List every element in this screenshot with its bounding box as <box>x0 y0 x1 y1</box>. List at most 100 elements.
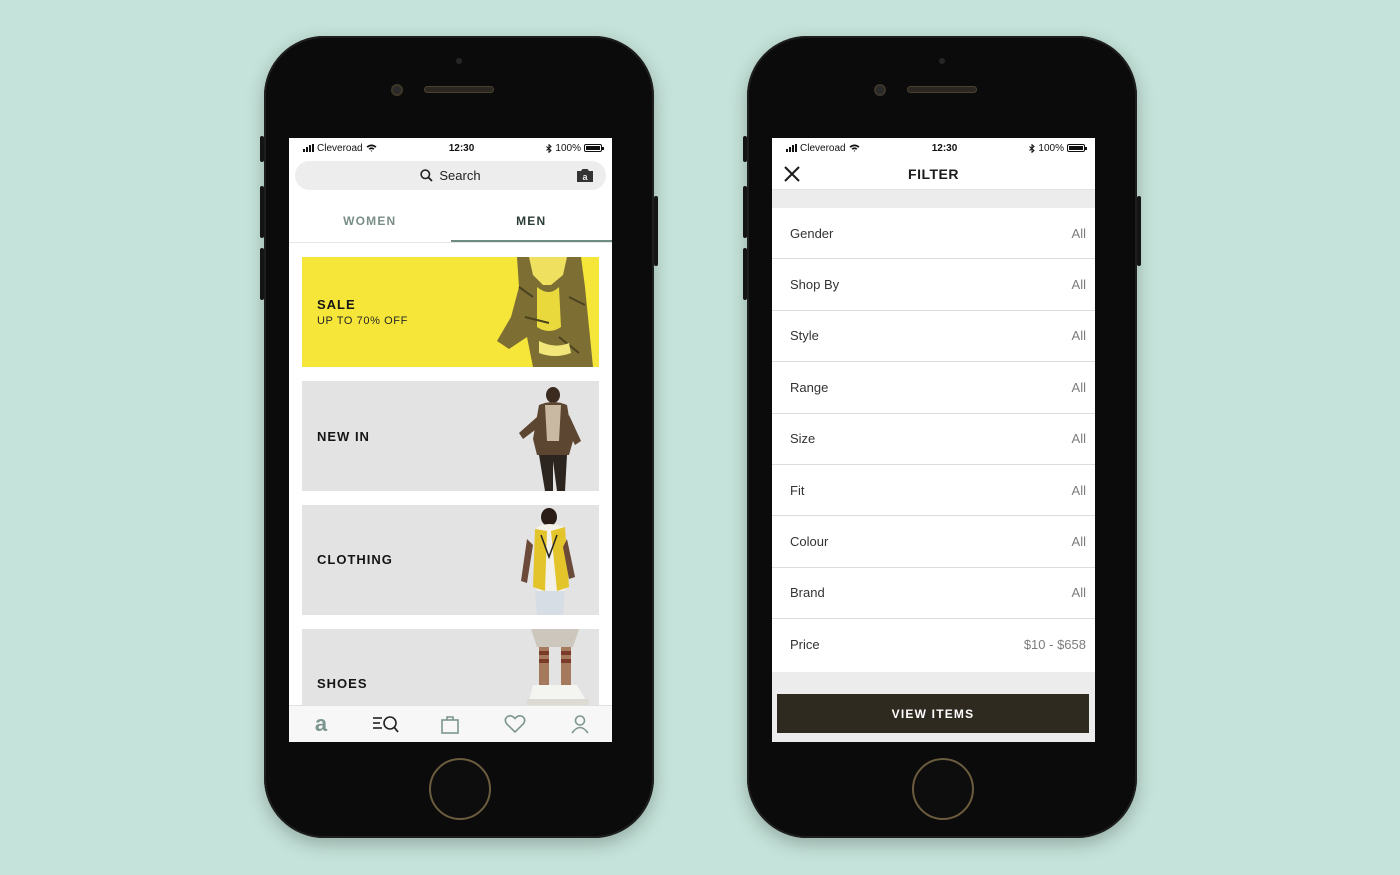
card-title: SHOES <box>317 676 368 691</box>
filter-row-shop-by[interactable]: Shop By All <box>772 259 1095 311</box>
nav-bag[interactable] <box>436 710 464 738</box>
mute-switch <box>260 136 264 162</box>
filter-value: All <box>1071 379 1086 395</box>
visual-search-camera-icon[interactable]: a <box>576 168 594 183</box>
section-divider <box>772 190 1095 208</box>
signal-icon <box>786 144 797 152</box>
home-button <box>429 758 491 820</box>
status-time: 12:30 <box>931 142 958 154</box>
gender-tabs: WOMEN MEN <box>289 200 612 243</box>
battery-percent: 100% <box>1038 142 1064 154</box>
search-bar[interactable]: Search a <box>295 161 606 190</box>
filter-value: All <box>1071 431 1086 447</box>
heart-icon <box>504 715 526 734</box>
front-camera <box>391 84 403 96</box>
filter-label: Fit <box>790 482 805 498</box>
filter-value: All <box>1071 328 1086 344</box>
tab-men[interactable]: MEN <box>450 200 612 242</box>
phone-left: Cleveroad 12:30 100% Search a WOMEN MEN … <box>260 36 658 838</box>
filter-value: $10 - $658 <box>1023 637 1086 653</box>
nav-search[interactable] <box>372 710 400 738</box>
filter-label: Gender <box>790 225 834 241</box>
page-title: FILTER <box>908 165 959 182</box>
volume-down-button <box>260 248 264 300</box>
filter-row-range[interactable]: Range All <box>772 362 1095 414</box>
filter-label: Size <box>790 431 816 447</box>
search-placeholder: Search <box>439 168 481 183</box>
carrier-name: Cleveroad <box>800 142 846 154</box>
filter-label: Price <box>790 637 820 653</box>
earpiece-speaker <box>424 86 494 93</box>
carrier-name: Cleveroad <box>317 142 363 154</box>
volume-up-button <box>743 186 747 238</box>
status-bar: Cleveroad 12:30 100% <box>772 138 1095 158</box>
profile-icon <box>571 715 589 734</box>
bag-icon <box>441 716 460 734</box>
filter-label: Brand <box>790 585 825 601</box>
wifi-icon <box>849 144 860 152</box>
new-in-model-image <box>519 387 581 491</box>
filter-label: Shop By <box>790 277 840 293</box>
filter-value: All <box>1071 277 1086 293</box>
new-in-card[interactable]: NEW IN <box>302 381 599 491</box>
filter-label: Style <box>790 328 819 344</box>
battery-icon <box>584 144 604 152</box>
sale-card[interactable]: SALE UP TO 70% OFF <box>302 257 599 367</box>
proximity-sensor <box>939 58 945 64</box>
filter-list: Gender All Shop By All Style All Range All Size A… <box>772 208 1095 671</box>
filter-row-brand[interactable]: Brand All <box>772 568 1095 620</box>
card-title: NEW IN <box>317 429 370 444</box>
battery-percent: 100% <box>555 142 581 154</box>
nav-home[interactable]: a <box>307 710 335 738</box>
filter-label: Colour <box>790 534 829 550</box>
bottom-navigation: a <box>289 705 612 742</box>
bluetooth-icon <box>1029 143 1036 153</box>
filter-header: FILTER <box>772 158 1095 190</box>
phone-right: Cleveroad 12:30 100% FILTER Gender All Sho… <box>743 36 1141 838</box>
volume-down-button <box>743 248 747 300</box>
filter-value: All <box>1071 585 1086 601</box>
filter-value: All <box>1071 482 1086 498</box>
tab-women[interactable]: WOMEN <box>289 200 451 242</box>
home-screen: Cleveroad 12:30 100% Search a WOMEN MEN … <box>289 138 612 742</box>
filter-row-style[interactable]: Style All <box>772 311 1095 363</box>
earpiece-speaker <box>907 86 977 93</box>
card-title: SALE <box>317 297 356 312</box>
sale-model-image <box>497 257 593 367</box>
signal-icon <box>303 144 314 152</box>
nav-account[interactable] <box>566 710 594 738</box>
filter-row-size[interactable]: Size All <box>772 414 1095 465</box>
nav-saved[interactable] <box>501 710 529 738</box>
view-items-button[interactable]: VIEW ITEMS <box>777 694 1089 733</box>
home-logo-icon: a <box>315 713 328 735</box>
close-icon[interactable] <box>782 164 802 184</box>
filter-screen: Cleveroad 12:30 100% FILTER Gender All Sho… <box>772 138 1095 742</box>
svg-text:a: a <box>315 713 328 735</box>
status-time: 12:30 <box>448 142 475 154</box>
battery-icon <box>1067 144 1087 152</box>
power-button <box>654 196 658 266</box>
home-button <box>912 758 974 820</box>
mute-switch <box>743 136 747 162</box>
category-list: SALE UP TO 70% OFF NEW IN CLOTHING SHOES <box>289 243 612 739</box>
card-subtitle: UP TO 70% OFF <box>317 315 408 327</box>
filter-row-colour[interactable]: Colour All <box>772 516 1095 568</box>
power-button <box>1137 196 1141 266</box>
clothing-model-image <box>521 508 575 615</box>
filter-row-gender[interactable]: Gender All <box>772 208 1095 260</box>
card-title: CLOTHING <box>317 552 393 567</box>
front-camera <box>874 84 886 96</box>
filter-value: All <box>1071 225 1086 241</box>
status-bar: Cleveroad 12:30 100% <box>289 138 612 158</box>
volume-up-button <box>260 186 264 238</box>
filter-label: Range <box>790 379 829 395</box>
filter-row-fit[interactable]: Fit All <box>772 465 1095 517</box>
wifi-icon <box>366 144 377 152</box>
search-icon <box>420 169 434 182</box>
bluetooth-icon <box>546 143 553 153</box>
proximity-sensor <box>456 58 462 64</box>
filter-value: All <box>1071 534 1086 550</box>
search-categories-icon <box>372 716 399 733</box>
filter-row-price[interactable]: Price $10 - $658 <box>772 619 1095 670</box>
clothing-card[interactable]: CLOTHING <box>302 505 599 615</box>
